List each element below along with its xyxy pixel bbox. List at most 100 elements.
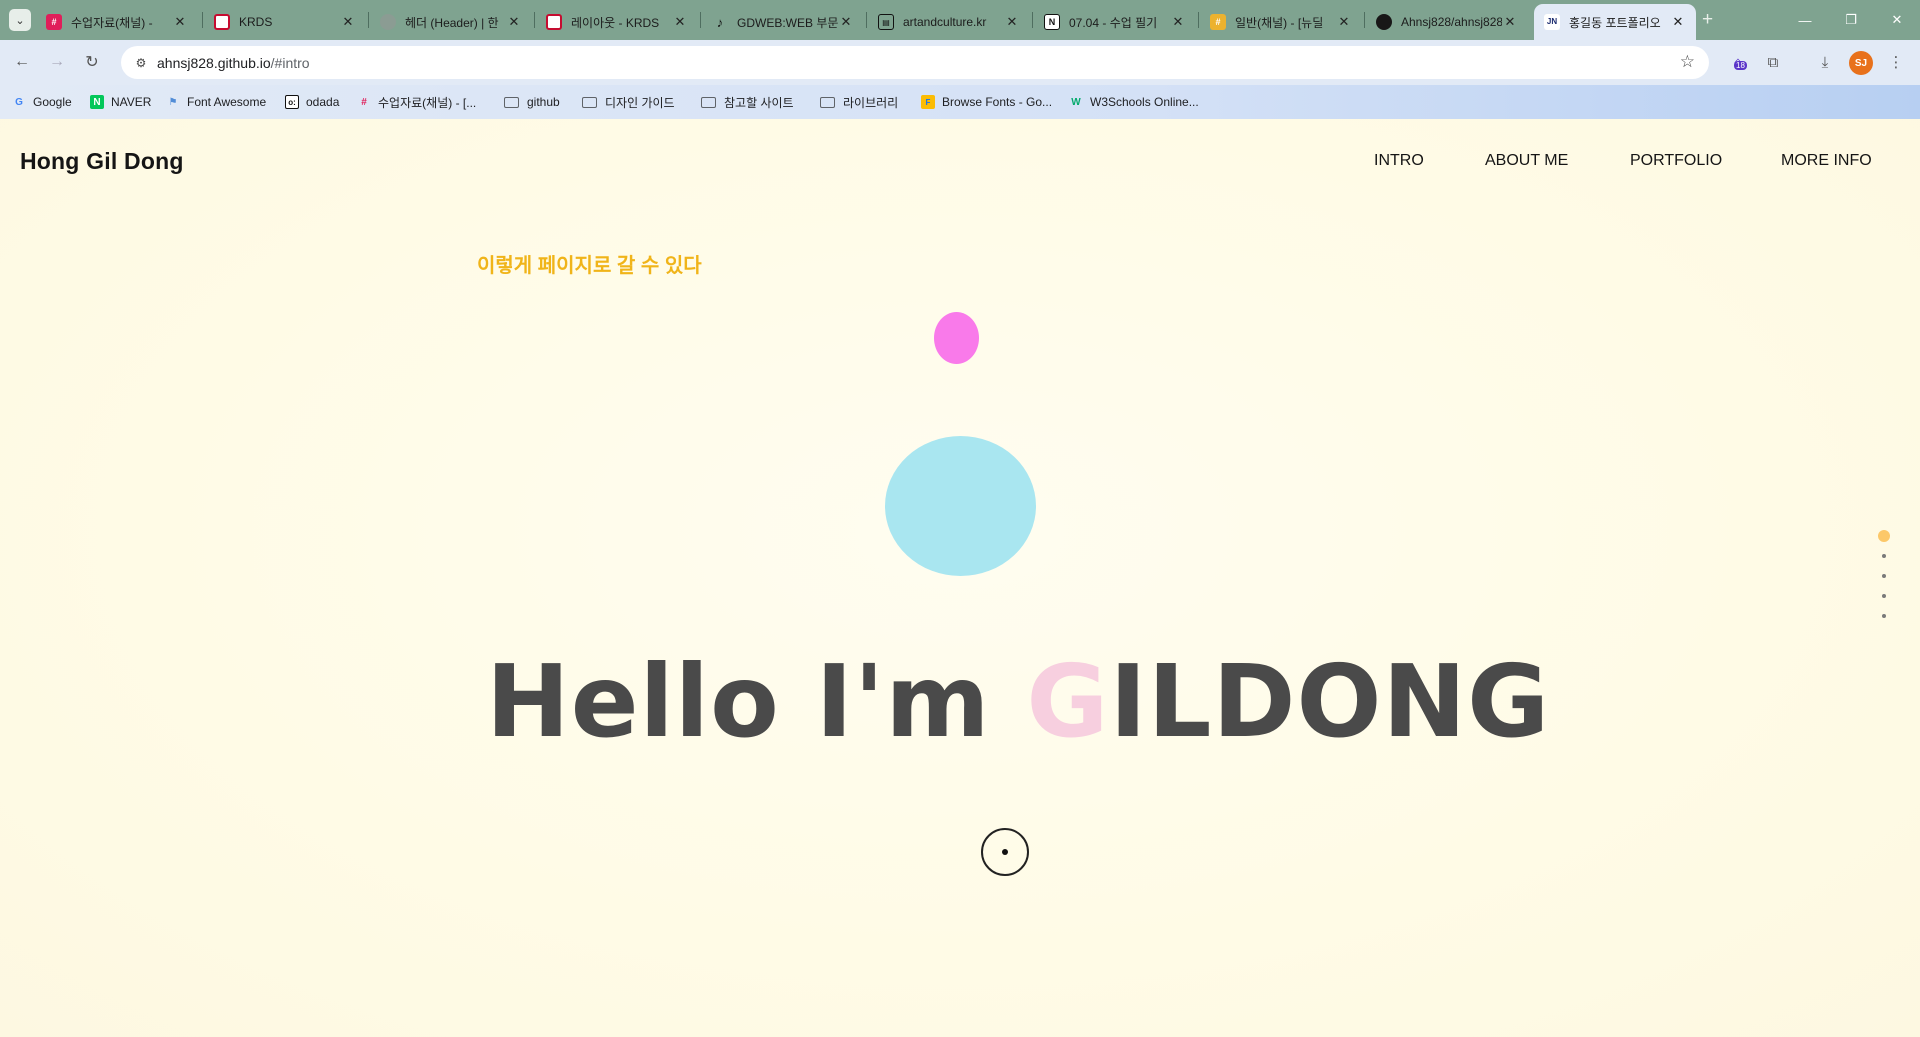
pagination-dot-5[interactable]	[1882, 614, 1886, 618]
bookmark-w3schools[interactable]: W W3Schools Online...	[1069, 93, 1199, 111]
tab-search-button[interactable]: ⌄	[9, 9, 31, 31]
close-icon[interactable]: ✕	[506, 14, 522, 30]
nav-portfolio[interactable]: PORTFOLIO	[1630, 152, 1722, 170]
back-button[interactable]: ←	[10, 50, 34, 74]
odada-icon: o:	[285, 95, 299, 109]
bookmark-label: github	[527, 95, 560, 109]
tab-7[interactable]: N 07.04 - 수업 필기 ✕	[1034, 4, 1196, 40]
bookmark-folder-reference-sites[interactable]: 참고할 사이트	[701, 93, 794, 111]
bookmark-folder-design-guide[interactable]: 디자인 가이드	[582, 93, 675, 111]
tab-6[interactable]: ▤ artandculture.kr ✕	[868, 4, 1030, 40]
nav-intro[interactable]: INTRO	[1374, 152, 1424, 170]
tab-title: Ahnsj828/ahnsj828	[1401, 15, 1502, 29]
folder-icon	[504, 96, 519, 108]
bookmark-google[interactable]: G Google	[12, 93, 72, 111]
bookmarks-bar: G Google N NAVER ⚑ Font Awesome o: odada # 수업…	[0, 85, 1920, 119]
address-bar[interactable]: ⚙ ahnsj828.github.io/#intro ☆	[121, 46, 1709, 79]
bookmark-label: odada	[306, 95, 340, 109]
tab-9[interactable]: Ahnsj828/ahnsj828 ✕	[1366, 4, 1528, 40]
close-icon[interactable]: ✕	[1170, 14, 1186, 30]
bookmark-font-awesome[interactable]: ⚑ Font Awesome	[166, 93, 267, 111]
pagination-dot-4[interactable]	[1882, 594, 1886, 598]
restore-icon: ❐	[1845, 12, 1857, 27]
arrow-right-icon: →	[49, 53, 65, 70]
extension-badge: 18	[1734, 61, 1747, 70]
hero-heading: Hello I'm GILDONG	[486, 652, 1550, 752]
close-window-button[interactable]: ✕	[1874, 0, 1920, 40]
tab-5[interactable]: ♪ GDWEB:WEB 부문 ✕	[702, 4, 864, 40]
tab-title: KRDS	[239, 15, 273, 29]
tab-3[interactable]: 헤더 (Header) | 한 ✕	[370, 4, 532, 40]
bookmark-label: 수업자료(채널) - [...	[378, 95, 477, 110]
download-icon[interactable]: ⤓	[1813, 50, 1837, 74]
restore-button[interactable]: ❐	[1828, 0, 1874, 40]
chevron-down-icon: ⌄	[15, 14, 25, 27]
close-icon[interactable]: ✕	[838, 14, 854, 30]
krds-icon	[214, 14, 230, 30]
hero-highlight-letter: G	[1026, 643, 1110, 760]
tab-title: 일반(채널) - [뉴딜	[1235, 15, 1324, 30]
close-icon: ✕	[1891, 12, 1903, 27]
close-icon[interactable]: ✕	[1336, 14, 1352, 30]
font-awesome-icon: ⚑	[168, 96, 178, 108]
bookmark-label: Font Awesome	[187, 95, 267, 109]
close-icon[interactable]: ✕	[1670, 14, 1686, 30]
bookmark-label: NAVER	[111, 95, 152, 109]
artandculture-icon: ▤	[878, 14, 894, 30]
pagination-dot-3[interactable]	[1882, 574, 1886, 578]
bookmark-label: Google	[33, 95, 72, 109]
pagination-dot-2[interactable]	[1882, 554, 1886, 558]
close-icon[interactable]: ✕	[1004, 14, 1020, 30]
tab-title: artandculture.kr	[903, 15, 987, 29]
url-text[interactable]: ahnsj828.github.io/#intro	[157, 55, 310, 71]
reload-button[interactable]: ↻	[80, 50, 104, 74]
tab-10-active[interactable]: JN 홍길동 포트폴리오 ✕	[1534, 4, 1696, 40]
folder-icon	[701, 96, 716, 108]
slack-icon: #	[46, 14, 62, 30]
tab-4[interactable]: 레이아웃 - KRDS ✕	[536, 4, 698, 40]
custom-cursor	[981, 828, 1029, 876]
new-tab-button[interactable]: +	[1702, 9, 1713, 31]
pagination-dot-1[interactable]	[1878, 530, 1890, 542]
blue-blob	[885, 436, 1036, 576]
bookmark-label: Browse Fonts - Go...	[942, 95, 1053, 109]
extensions-puzzle-icon[interactable]: ⧉	[1761, 50, 1785, 74]
profile-avatar[interactable]: SJ	[1849, 51, 1873, 75]
bookmark-label: 참고할 사이트	[724, 95, 794, 110]
more-menu-icon[interactable]: ⋮	[1884, 50, 1908, 74]
minimize-button[interactable]: —	[1782, 0, 1828, 40]
github-icon	[1376, 14, 1392, 30]
nav-about-me[interactable]: ABOUT ME	[1485, 152, 1568, 170]
bookmark-odada[interactable]: o: odada	[285, 93, 339, 111]
site-info-icon[interactable]: ⚙	[131, 56, 151, 70]
tab-8[interactable]: # 일반(채널) - [뉴딜 ✕	[1200, 4, 1362, 40]
bookmark-star-icon[interactable]: ☆	[1680, 52, 1695, 72]
annotation-text: 이렇게 페이지로 갈 수 있다	[477, 255, 702, 277]
site-logo[interactable]: Hong Gil Dong	[20, 148, 184, 175]
bookmark-folder-github[interactable]: github	[504, 93, 560, 111]
close-icon[interactable]: ✕	[340, 14, 356, 30]
google-icon: G	[15, 96, 23, 108]
close-icon[interactable]: ✕	[672, 14, 688, 30]
forward-button[interactable]: →	[45, 50, 69, 74]
w3schools-icon: W	[1071, 96, 1081, 108]
bookmark-folder-library[interactable]: 라이브러리	[820, 93, 898, 111]
globe-icon	[380, 14, 396, 30]
bookmark-naver[interactable]: N NAVER	[90, 93, 151, 111]
close-icon[interactable]: ✕	[172, 14, 188, 30]
bookmark-label: 라이브러리	[843, 95, 899, 110]
nav-more-info[interactable]: MORE INFO	[1781, 152, 1872, 170]
web-page: Hong Gil Dong INTRO ABOUT ME PORTFOLIO M…	[0, 119, 1920, 1037]
tab-2[interactable]: KRDS ✕	[204, 4, 366, 40]
bookmark-slack[interactable]: # 수업자료(채널) - [...	[357, 93, 476, 111]
tab-1[interactable]: # 수업자료(채널) - ✕	[36, 4, 198, 40]
bookmark-label: W3Schools Online...	[1090, 95, 1199, 109]
close-icon[interactable]: ✕	[1502, 14, 1518, 30]
tab-title: 수업자료(채널) -	[71, 15, 153, 30]
notion-icon: N	[1044, 14, 1060, 30]
tab-title: 홍길동 포트폴리오	[1569, 15, 1661, 30]
url-path: /#intro	[270, 54, 310, 71]
bookmark-google-fonts[interactable]: F Browse Fonts - Go...	[921, 93, 1052, 111]
hero-suffix: ILDONG	[1109, 643, 1551, 760]
arrow-left-icon: ←	[14, 53, 30, 70]
